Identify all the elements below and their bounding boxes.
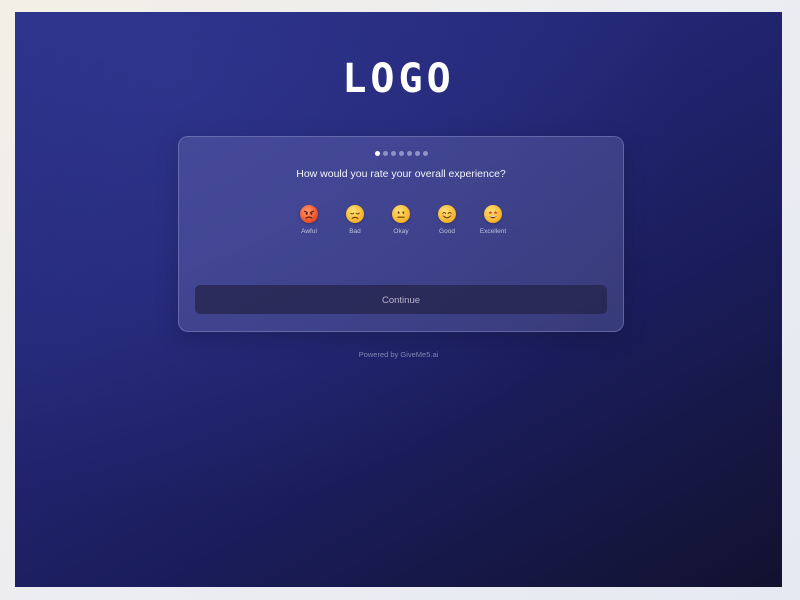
- continue-button[interactable]: Continue: [195, 285, 607, 314]
- rating-label: Okay: [393, 228, 409, 235]
- rating-option-okay[interactable]: Okay: [376, 205, 426, 236]
- rating-option-bad[interactable]: Bad: [330, 205, 380, 236]
- rating-options: Awful Bad Okay Good Excellent: [179, 205, 623, 245]
- logo: LOGO: [342, 56, 455, 102]
- disappointed-face-icon: [346, 205, 364, 223]
- rating-label: Awful: [301, 228, 317, 235]
- page-background: LOGO How would you rate your overall exp…: [15, 12, 782, 587]
- rating-option-excellent[interactable]: Excellent: [468, 205, 518, 236]
- angry-face-icon: [300, 205, 318, 223]
- progress-dot: [406, 151, 412, 156]
- star-struck-face-icon: [484, 205, 502, 223]
- smiling-face-icon: [438, 205, 456, 223]
- progress-dot: [390, 151, 396, 156]
- rating-label: Excellent: [479, 228, 507, 235]
- progress-dot: [422, 151, 428, 156]
- survey-card: How would you rate your overall experien…: [178, 136, 624, 332]
- powered-by-text: Powered by GiveMe5.ai: [358, 350, 439, 359]
- survey-question: How would you rate your overall experien…: [296, 168, 506, 180]
- progress-dots: [179, 151, 623, 156]
- rating-option-awful[interactable]: Awful: [284, 205, 334, 236]
- rating-label: Good: [439, 228, 455, 235]
- neutral-face-icon: [392, 205, 410, 223]
- rating-option-good[interactable]: Good: [422, 205, 472, 236]
- progress-dot: [398, 151, 404, 156]
- progress-dot-active: [374, 151, 380, 156]
- progress-dot: [414, 151, 420, 156]
- rating-label: Bad: [349, 228, 361, 235]
- progress-dot: [382, 151, 388, 156]
